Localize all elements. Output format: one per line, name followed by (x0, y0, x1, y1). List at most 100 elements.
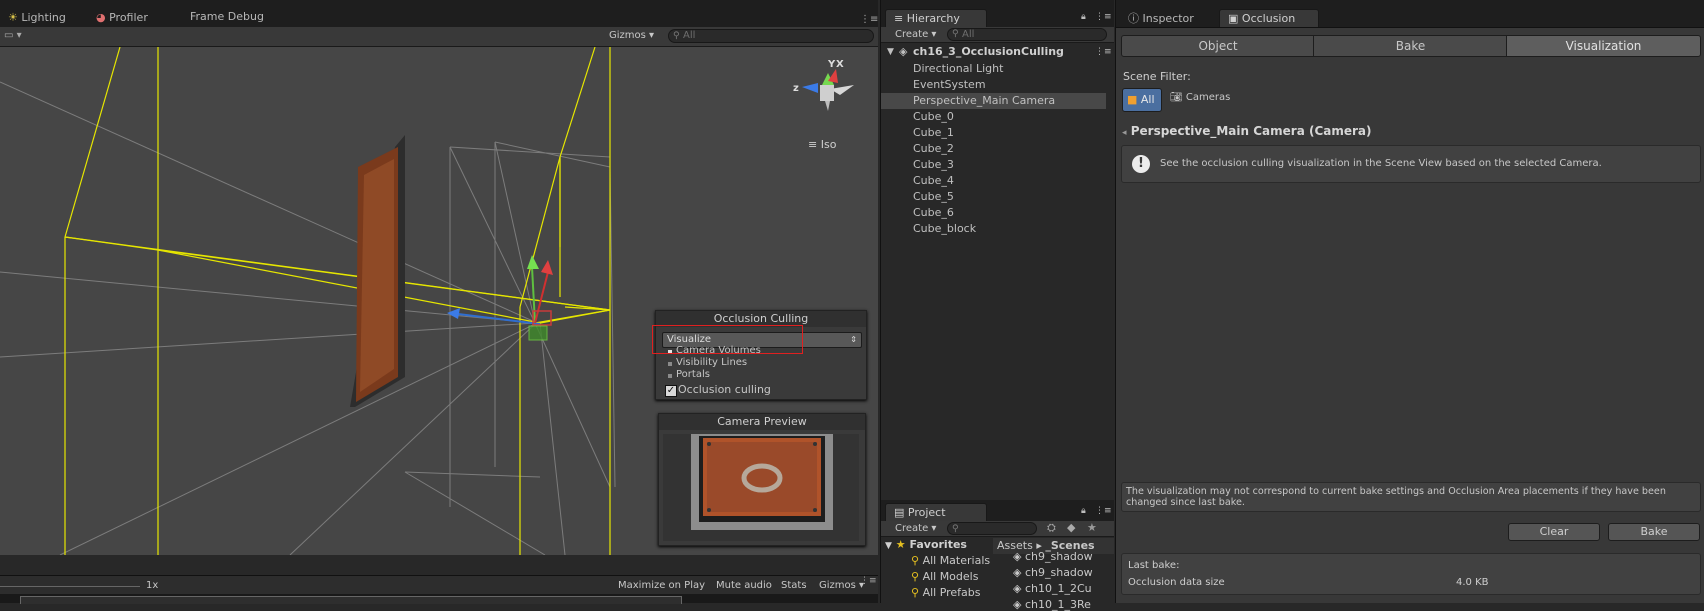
lock-icon[interactable]: 🔒︎ (1081, 12, 1086, 22)
project-file-item[interactable]: ◈ ch9_shadow (1013, 550, 1113, 563)
project-file-label: ch10_1_3Re (1024, 598, 1091, 611)
scene-orientation-gizmo[interactable]: Y X z (790, 59, 860, 119)
highlight-box (652, 325, 803, 354)
hierarchy-item[interactable]: Cube_2 (881, 141, 1106, 157)
tab-occlusion[interactable]: ▣ Occlusion (1219, 9, 1319, 27)
game-gizmos-label: Gizmos (819, 580, 856, 591)
project-file-item[interactable]: ◈ ch10_1_2Cu (1013, 582, 1113, 595)
hierarchy-item[interactable]: Cube_3 (881, 157, 1106, 173)
occlusion-panel: ⓘ Inspector ▣ Occlusion Object Bake Visu… (1115, 0, 1704, 603)
filter-label-icon[interactable]: ◆ (1067, 521, 1075, 534)
project-file-item[interactable]: ◈ ch9_shadow (1013, 566, 1113, 579)
clear-button[interactable]: Clear (1508, 523, 1600, 541)
scene-filter-label: Scene Filter: (1123, 70, 1191, 83)
project-search-input[interactable]: ⚲ (947, 522, 1037, 535)
favorites-item[interactable]: ⚲ All Materials (911, 554, 993, 567)
maximize-on-play-toggle[interactable]: Maximize on Play (618, 578, 705, 594)
tab-occlusion-label: Occlusion (1241, 12, 1296, 25)
mute-audio-toggle[interactable]: Mute audio (716, 578, 772, 594)
tab-project-label: Project (907, 506, 946, 519)
occlusion-data-size-label: Occlusion data size (1128, 577, 1225, 588)
gizmos-dropdown[interactable]: Gizmos ▾ (609, 28, 654, 44)
profiler-icon: ◕ (96, 11, 106, 24)
hierarchy-item[interactable]: Cube_5 (881, 189, 1106, 205)
tab-lighting-label: Lighting (21, 11, 66, 24)
scene-menu-icon[interactable]: ⋮≡ (1095, 44, 1112, 60)
tab-profiler[interactable]: ◕ Profiler (88, 8, 156, 27)
hierarchy-item[interactable]: Cube_1 (881, 125, 1106, 141)
mode-bake-button[interactable]: Bake (1313, 35, 1508, 57)
hierarchy-item[interactable]: Cube_6 (881, 205, 1106, 221)
panel-menu-icon[interactable]: ⋮≡ (860, 14, 878, 25)
favorites-item[interactable]: ⚲ All Models (911, 570, 993, 583)
unity-scene-icon: ◈ (899, 45, 908, 58)
scene-viewport[interactable]: Y X z ≡ Iso Occlusion Culling Visualize … (0, 47, 878, 555)
camera-title: ◂ Perspective_Main Camera (Camera) (1122, 124, 1372, 138)
occlusion-mode-tabs: Object Bake Visualization (1121, 35, 1701, 57)
hierarchy-item-label: EventSystem (913, 78, 986, 91)
tab-frame-debug[interactable]: Frame Debug (182, 7, 272, 26)
search-filter-icon: ⚲ (911, 586, 923, 599)
game-bar-menu-icon[interactable]: ⋮≡ (860, 576, 877, 586)
tab-hierarchy[interactable]: ≡ Hierarchy (885, 9, 987, 27)
option-visibility-lines[interactable]: Visibility Lines (676, 357, 747, 368)
hierarchy-item[interactable]: Cube_block (881, 221, 1106, 237)
hierarchy-tabbar: ≡ Hierarchy 🔒︎ ⋮≡ (881, 0, 1114, 28)
hierarchy-item-label: Cube_4 (913, 174, 954, 187)
camera-preview-render (691, 434, 833, 530)
favorite-star-icon[interactable]: ★ (1087, 521, 1097, 534)
camera-small-icon: ◂ (1122, 128, 1127, 138)
portals-dot (668, 374, 672, 378)
occlusion-culling-checkbox[interactable]: ✓ (665, 385, 677, 397)
project-lock-icon[interactable]: 🔒︎ (1081, 506, 1086, 516)
hierarchy-item[interactable]: Cube_4 (881, 173, 1106, 189)
favorites-item-label: All Models (922, 570, 979, 583)
warning-helpbox: The visualization may not correspond to … (1121, 482, 1701, 512)
favorites-label: Favorites (909, 538, 967, 551)
mode-object-button[interactable]: Object (1121, 35, 1315, 57)
option-portals[interactable]: Portals (676, 369, 710, 380)
unity-scene-file-icon: ◈ (1013, 582, 1025, 595)
hierarchy-search-input[interactable]: ⚲ All (947, 28, 1107, 41)
visibility-lines-dot (668, 362, 672, 366)
hierarchy-item[interactable]: EventSystem (881, 77, 1106, 93)
project-menu-icon[interactable]: ⋮≡ (1095, 506, 1112, 516)
scene-search-input[interactable]: ⚲ All (668, 29, 874, 43)
bake-button[interactable]: Bake (1608, 523, 1700, 541)
tab-project[interactable]: ▤ Project (885, 503, 987, 521)
favorites-expand-icon: ▼ (885, 541, 892, 551)
hierarchy-item-label: Cube_block (913, 222, 977, 235)
tab-profiler-label: Profiler (109, 11, 148, 24)
hierarchy-item[interactable]: Directional Light (881, 61, 1106, 77)
tab-frame-debug-label: Frame Debug (190, 10, 264, 23)
hierarchy-item[interactable]: Cube_0 (881, 109, 1106, 125)
favorites-item[interactable]: ⚲ All Prefabs (911, 586, 993, 599)
gizmos-label: Gizmos (609, 30, 646, 41)
camera-icon: 📷︎ (1170, 92, 1183, 103)
render-mode-dropdown[interactable]: ▭ ▾ (4, 28, 22, 44)
info-message: See the occlusion culling visualization … (1160, 158, 1602, 169)
favorites-item-label: All Materials (922, 554, 991, 567)
project-create-label: Create (895, 523, 929, 534)
tab-lighting[interactable]: ☀ Lighting (0, 8, 74, 27)
mode-visualization-button[interactable]: Visualization (1506, 35, 1701, 57)
scene-root-row[interactable]: ▼ ◈ ch16_3_OcclusionCulling ⋮≡ (881, 44, 1112, 60)
favorites-header[interactable]: ▼ ★ Favorites (885, 538, 967, 551)
scale-slider-track[interactable] (0, 586, 140, 587)
filter-cameras-button[interactable]: 📷︎ Cameras (1170, 92, 1230, 103)
hierarchy-menu-icon[interactable]: ⋮≡ (1095, 12, 1112, 22)
hierarchy-create-dropdown[interactable]: Create ▾ (895, 27, 936, 42)
filter-type-icon[interactable]: ⛭ (1047, 521, 1056, 535)
stats-toggle[interactable]: Stats (781, 578, 807, 594)
filter-all-button[interactable]: ■ All (1122, 88, 1162, 112)
last-bake-label: Last bake: (1128, 560, 1180, 571)
project-file-item[interactable]: ◈ ch10_1_3Re (1013, 598, 1113, 611)
game-view-strip (0, 594, 878, 604)
projection-label: Iso (820, 138, 837, 151)
project-create-dropdown[interactable]: Create ▾ (895, 521, 936, 536)
projection-toggle[interactable]: ≡ Iso (808, 138, 836, 151)
game-gizmos-dropdown[interactable]: Gizmos ▾ (819, 578, 864, 594)
tab-inspector[interactable]: ⓘ Inspector (1120, 9, 1202, 28)
hierarchy-item[interactable]: Perspective_Main Camera (881, 93, 1106, 109)
hierarchy-list-icon: ≡ (894, 12, 904, 25)
